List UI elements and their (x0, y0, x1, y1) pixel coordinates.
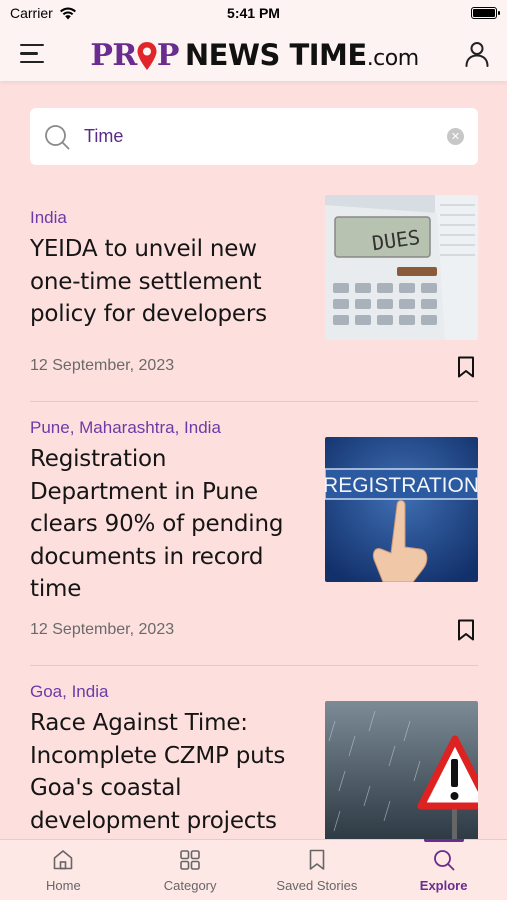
nav-saved-stories-label: Saved Stories (276, 878, 358, 893)
battery-icon (471, 7, 500, 19)
wifi-icon (59, 7, 76, 19)
article-thumbnail[interactable]: REGISTRATION (325, 437, 478, 582)
status-left: Carrier (10, 5, 77, 21)
search-icon (45, 124, 70, 149)
app-header: PR P NEWS TIME .com (0, 26, 507, 81)
location-pin-icon (136, 41, 158, 71)
article-card[interactable]: Pune, Maharashtra, India Registration De… (30, 417, 478, 652)
search-bar: ✕ (30, 108, 478, 165)
article-card[interactable]: Goa, India Race Against Time: Incomplete… (30, 681, 478, 839)
nav-category[interactable]: Category (127, 840, 254, 900)
nav-explore-label: Explore (419, 878, 468, 893)
nav-explore[interactable]: Explore (380, 840, 507, 900)
article-text: Pune, Maharashtra, India Registration De… (30, 417, 310, 606)
calculator-image: DUES (325, 195, 478, 340)
status-bar: Carrier 5:41 PM (0, 0, 507, 26)
nav-home-label: Home (46, 878, 81, 893)
article-category[interactable]: Goa, India (30, 681, 310, 703)
hamburger-line (20, 52, 38, 55)
article-category[interactable]: India (30, 207, 310, 229)
hamburger-line (20, 61, 44, 64)
bookmark-icon (309, 849, 325, 870)
bookmark-icon[interactable] (454, 618, 478, 642)
article-thumbnail[interactable] (325, 701, 478, 839)
article-title[interactable]: Registration Department in Pune clears 9… (30, 443, 310, 606)
article-title[interactable]: YEIDA to unveil new one-time settlement … (30, 233, 310, 331)
app-logo[interactable]: PR P NEWS TIME .com (90, 35, 419, 73)
search-input[interactable] (84, 126, 447, 147)
storm-warning-image (325, 701, 478, 839)
article-title[interactable]: Race Against Time: Incomplete CZMP puts … (30, 707, 310, 837)
svg-text:REGISTRATION: REGISTRATION (325, 474, 478, 497)
nav-category-label: Category (163, 878, 217, 893)
logo-prop-right: P (156, 37, 180, 73)
home-icon (54, 850, 73, 870)
article-date: 12 September, 2023 (30, 621, 175, 638)
article-text: India YEIDA to unveil new one-time settl… (30, 207, 310, 331)
divider (30, 665, 478, 666)
article-card[interactable]: India YEIDA to unveil new one-time settl… (30, 195, 478, 387)
bookmark-icon[interactable] (454, 355, 478, 379)
logo-com: .com (366, 45, 419, 71)
search-icon (433, 850, 455, 871)
bottom-navigation: Home Category Saved Stories Explore (0, 839, 507, 900)
divider (30, 401, 478, 402)
registration-image: REGISTRATION (325, 437, 478, 582)
article-date: 12 September, 2023 (30, 357, 175, 374)
hamburger-line (20, 43, 44, 46)
nav-home[interactable]: Home (0, 840, 127, 900)
article-text: Goa, India Race Against Time: Incomplete… (30, 681, 310, 837)
article-category[interactable]: Pune, Maharashtra, India (30, 417, 310, 439)
logo-prop-left: PR (90, 37, 137, 73)
close-icon: ✕ (450, 131, 461, 143)
carrier-label: Carrier (10, 5, 53, 21)
menu-button[interactable] (20, 43, 46, 64)
article-thumbnail[interactable]: DUES (325, 195, 478, 340)
user-profile-icon[interactable] (463, 40, 491, 68)
nav-saved-stories[interactable]: Saved Stories (254, 840, 381, 900)
clear-search-button[interactable]: ✕ (447, 128, 464, 145)
grid-icon (180, 850, 200, 870)
logo-news-time: NEWS TIME (184, 37, 367, 72)
